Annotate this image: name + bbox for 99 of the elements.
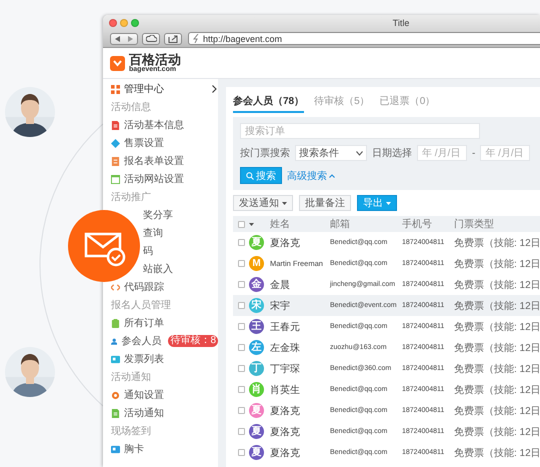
sidebar-item[interactable]: 发票列表 [124, 352, 164, 366]
row-checkbox[interactable] [238, 344, 244, 351]
row-checkbox[interactable] [238, 428, 244, 435]
sidebar-item[interactable]: 活动基本信息 [124, 118, 184, 132]
sidebar-section-title: 活动信息 [111, 100, 151, 114]
table-cell-text: 免费票（技能: 12日 [453, 362, 540, 376]
column-header: 门票类型 [453, 218, 494, 231]
sidebar-item[interactable]: 码 [143, 244, 153, 258]
sidebar-item[interactable]: 管理中心 [124, 82, 164, 96]
search-field[interactable]: 搜索订单 [240, 123, 480, 139]
table-cell-text: 免费票（技能: 12日 [453, 426, 540, 438]
sidebar-item[interactable]: 奖分享 [143, 208, 173, 222]
share-button[interactable] [164, 32, 182, 44]
table-cell-text: 免费票（技能: 12日 [453, 404, 540, 418]
sidebar-item[interactable]: 代码跟踪 [124, 280, 164, 294]
row-checkbox[interactable] [238, 302, 244, 309]
sidebar-item[interactable]: 售票设置 [124, 136, 164, 150]
forward-icon [128, 36, 133, 42]
table-cell-text: 免费票（技能: 12日 [453, 278, 540, 292]
back-icon [115, 36, 120, 42]
avatar: 肖 [249, 382, 264, 397]
column-header: 邮箱 [329, 218, 350, 231]
avatar: 夏 [249, 424, 264, 439]
sidebar-item[interactable]: 参会人员 [121, 334, 162, 348]
action-button[interactable]: 批量备注 [299, 195, 351, 211]
avatar: 王 [249, 319, 264, 334]
sidebar-section-title: 活动推广 [111, 190, 151, 204]
sidebar-item[interactable]: 查询 [143, 226, 163, 240]
table-cell-text: 夏洛克 [269, 446, 300, 460]
sidebar-item[interactable]: 站嵌入 [143, 262, 173, 276]
table-cell-text: 免费票（技能: 12日 [453, 258, 540, 270]
ticket-filter-label: 按门票搜索 [240, 146, 290, 160]
table-cell-text: 王春元 [269, 320, 300, 334]
site-icon [193, 34, 200, 43]
table-cell-text: 免费票（技能: 12日 [453, 446, 540, 460]
sidebar-item[interactable]: 活动通知 [124, 406, 164, 420]
row-checkbox[interactable] [238, 260, 244, 267]
column-header: 姓名 [269, 218, 290, 231]
table-cell-text: 金晨 [269, 278, 290, 292]
date-field[interactable]: 年 /月/日 [480, 145, 530, 161]
table-cell-text: 免费票（技能: 12日 [453, 236, 540, 250]
sidebar-section-title: 报名人员管理 [111, 298, 171, 312]
table-cell-text: 左金珠 [269, 342, 300, 354]
table-cell-text: 免费票（技能: 12日 [453, 300, 540, 312]
sidebar-item[interactable]: 活动网站设置 [124, 172, 184, 186]
table-cell-text: 免费票（技能: 12日 [453, 384, 540, 396]
sidebar-section-title: 现场签到 [111, 425, 151, 438]
table-cell-text: 免费票（技能: 12日 [453, 320, 540, 334]
row-checkbox[interactable] [238, 323, 244, 330]
table-cell-text: 免费票（技能: 12日 [453, 342, 540, 354]
avatar: 宋 [249, 298, 264, 313]
window-title: Title [392, 18, 410, 28]
row-checkbox[interactable] [238, 386, 244, 393]
table-cell-text: 夏洛克 [269, 426, 300, 438]
avatar: M [249, 256, 264, 271]
table-cell-text: 丁宇琛 [269, 362, 300, 376]
select-all-checkbox[interactable] [238, 220, 244, 228]
avatar: 夏 [249, 403, 264, 418]
ticket-select[interactable]: 搜索条件 [295, 145, 367, 161]
row-checkbox[interactable] [238, 281, 244, 288]
table-cell-text: 夏洛克 [269, 404, 300, 418]
row-checkbox[interactable] [238, 239, 244, 246]
avatar: 金 [249, 277, 264, 292]
table-cell-text: 宋宇 [269, 300, 290, 312]
logo-name: 百格活动 [129, 53, 181, 66]
address-field[interactable]: http://bagevent.com [188, 32, 540, 45]
sidebar-item[interactable]: 通知设置 [124, 388, 164, 402]
column-header: 手机号 [401, 218, 432, 231]
close-button[interactable] [109, 18, 117, 26]
sidebar-item[interactable]: 报名表单设置 [124, 154, 184, 168]
cloud-icon [146, 35, 156, 42]
row-checkbox[interactable] [238, 407, 244, 414]
chevron-up-icon [329, 174, 335, 178]
minimize-button[interactable] [120, 18, 128, 26]
chevron-down-icon [356, 150, 363, 156]
table-cell-text: 夏洛克 [269, 236, 300, 250]
row-checkbox[interactable] [238, 449, 244, 456]
chevron-right-icon [212, 85, 217, 93]
avatar: 夏 [249, 445, 264, 460]
caret-icon[interactable] [249, 222, 254, 226]
share-icon [168, 34, 178, 42]
search-icon [246, 172, 254, 180]
date-separator: - [472, 148, 476, 158]
avatar: 丁 [249, 361, 264, 376]
sidebar-item[interactable]: 胸卡 [124, 442, 144, 456]
logo-icon [110, 56, 125, 70]
row-checkbox[interactable] [238, 365, 244, 372]
pending-badge: 待审核：8 [168, 335, 218, 347]
sidebar-item[interactable]: 所有订单 [124, 316, 164, 330]
date-filter-label: 日期选择 [372, 146, 412, 160]
sidebar-section-title: 活动通知 [111, 370, 151, 384]
avatar: 夏 [249, 235, 264, 250]
action-button[interactable]: 发送通知 [233, 195, 293, 211]
tab[interactable]: 参会人员（78） [233, 94, 304, 113]
table-cell-text: 肖英生 [269, 384, 300, 396]
cloud-button[interactable] [142, 32, 160, 44]
date-field[interactable]: 年 /月/日 [417, 145, 467, 161]
avatar: 左 [249, 340, 264, 355]
maximize-button[interactable] [131, 18, 139, 26]
